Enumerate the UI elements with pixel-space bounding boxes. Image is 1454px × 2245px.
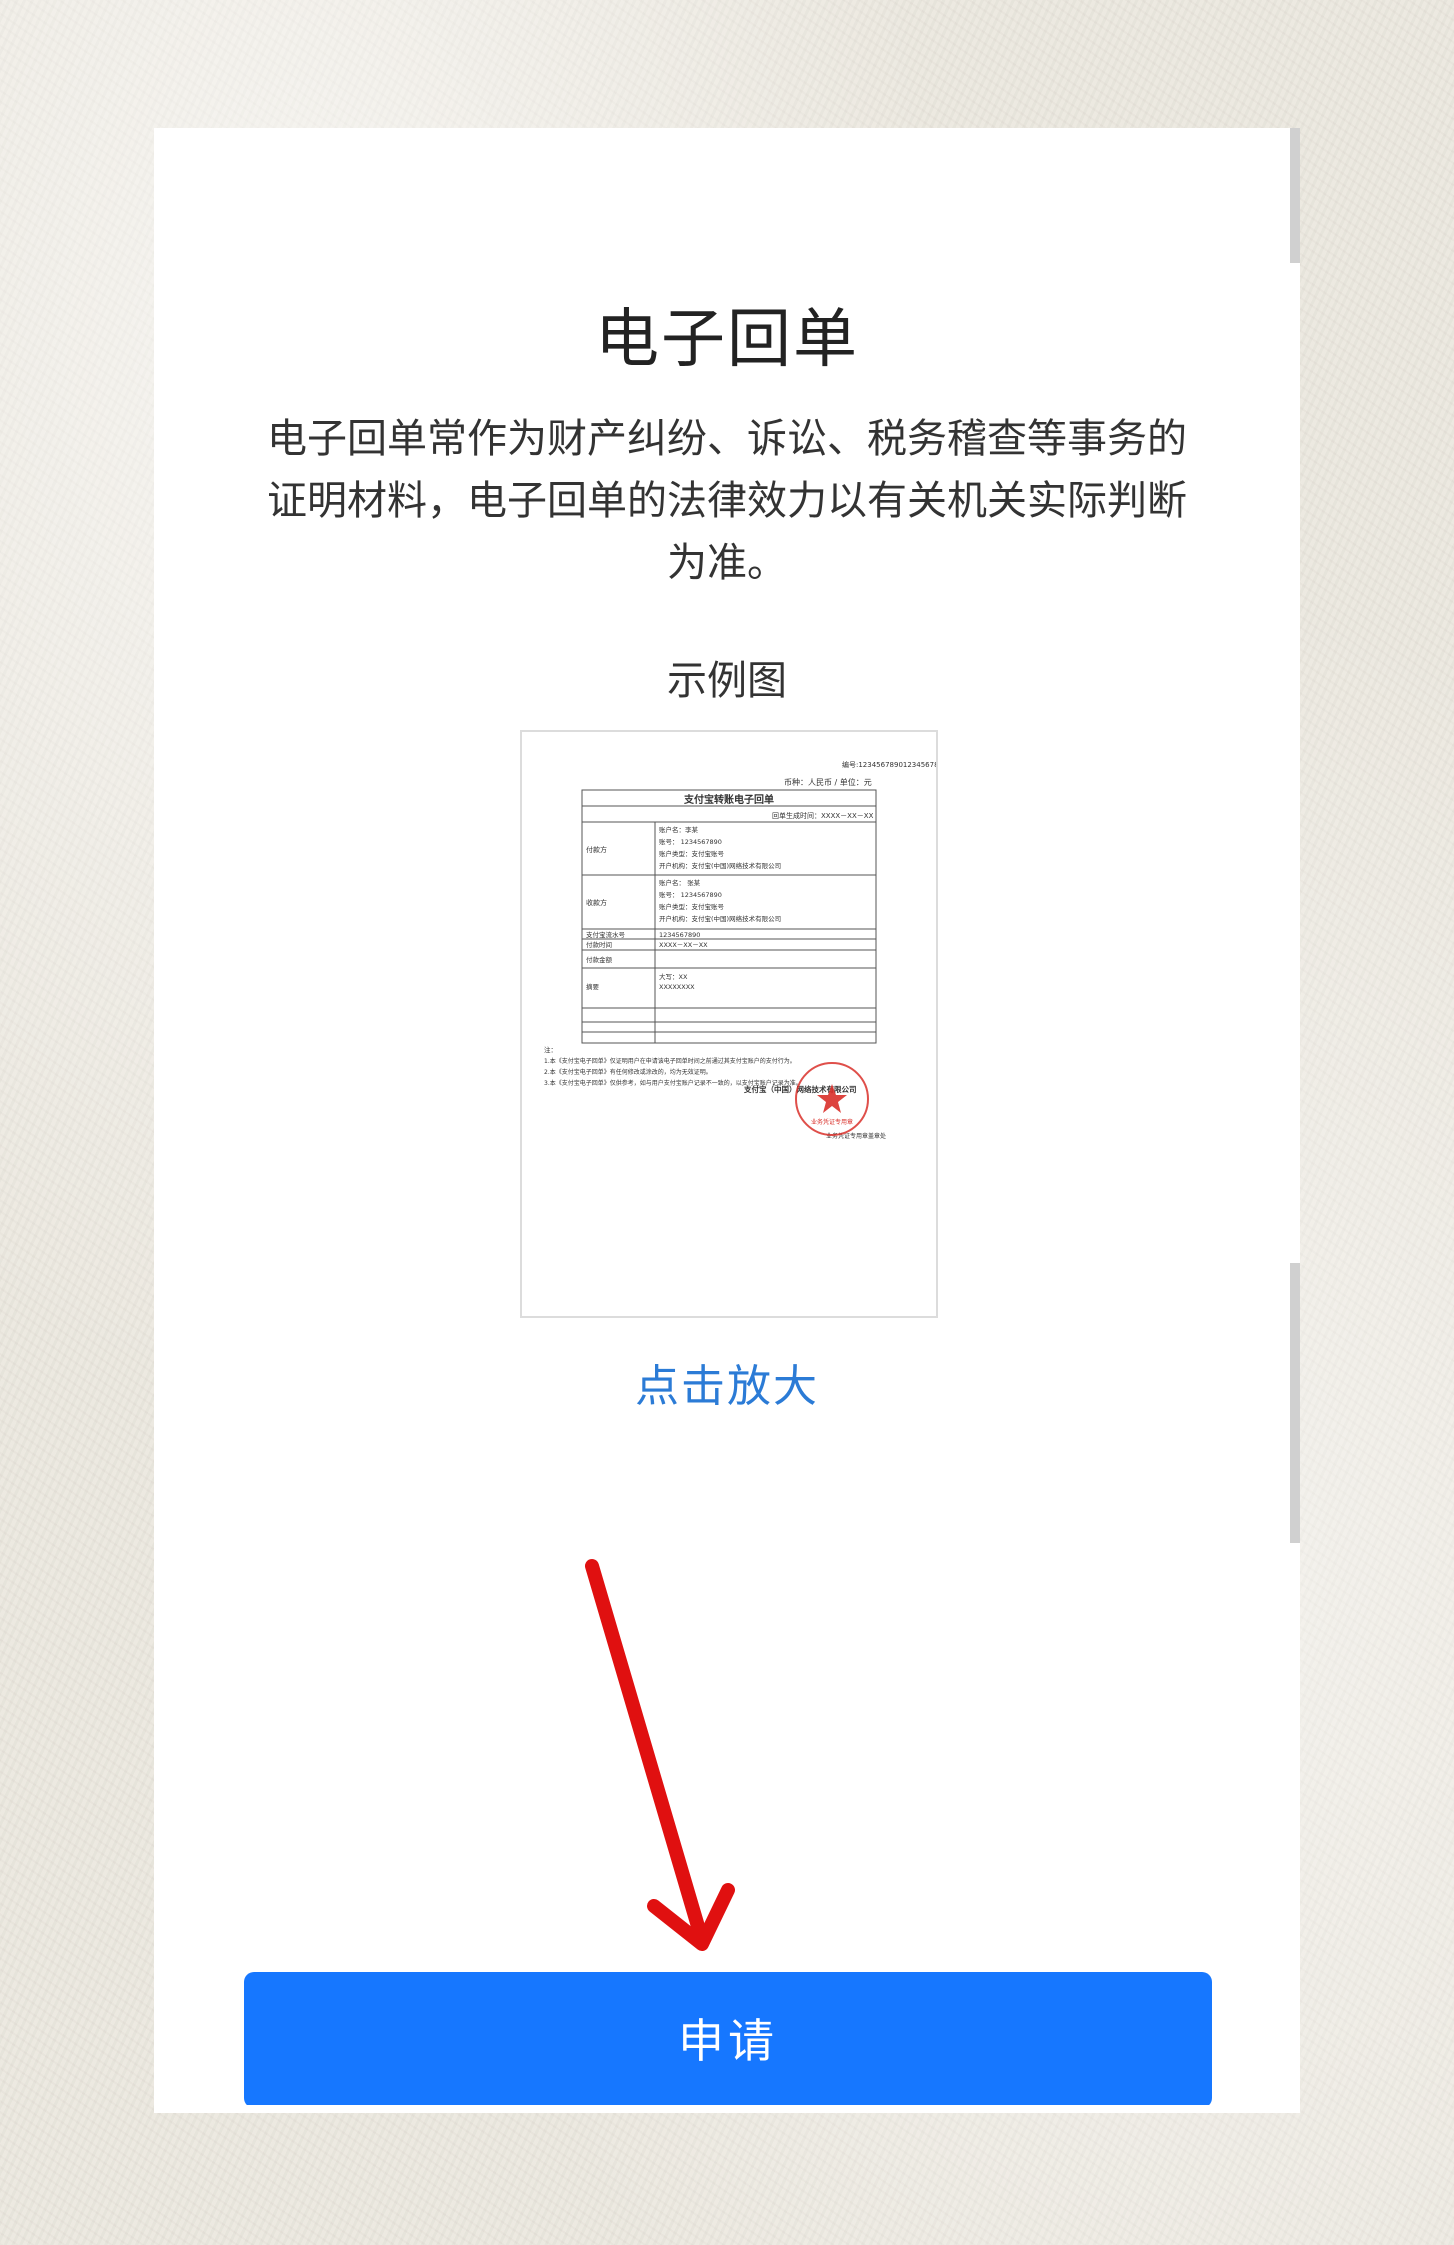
doc-note-2: 2.本《支付宝电子回单》有任何修改或涂改的，均为无效证明。 xyxy=(544,1068,712,1076)
doc-title: 支付宝转账电子回单 xyxy=(683,793,774,806)
doc-serial-no-label: 支付宝流水号 xyxy=(586,930,626,939)
doc-payee-account: 账号： 1234567890 xyxy=(659,890,722,899)
doc-payer-type: 账户类型：支付宝账号 xyxy=(659,849,725,858)
example-receipt-image[interactable]: 编号:123456789012345678 币种：人民币 / 单位：元 支付宝转… xyxy=(520,730,938,1318)
doc-note-1: 1.本《支付宝电子回单》仅证明用户在申请该电子回单时间之前通过其支付宝账户的支付… xyxy=(544,1057,796,1065)
doc-generated-time: 回单生成时间：XXXX－XX－XX xyxy=(772,811,874,820)
doc-amount-value: 大写：XX xyxy=(659,972,688,981)
apply-button[interactable]: 申请 xyxy=(244,1972,1212,2108)
bottom-strip xyxy=(154,2105,1300,2113)
doc-payee-name: 账户名： 张某 xyxy=(659,878,701,887)
receipt-document: 编号:123456789012345678 币种：人民币 / 单位：元 支付宝转… xyxy=(544,760,936,1140)
doc-amount-label: 付款金额 xyxy=(586,955,613,964)
doc-payer-account: 账号： 1234567890 xyxy=(659,837,722,846)
doc-company: 支付宝（中国）网络技术有限公司 xyxy=(743,1084,857,1094)
doc-pay-time-label: 付款时间 xyxy=(586,940,612,949)
doc-serial-no-value: 1234567890 xyxy=(659,931,700,939)
seal-text: 业务凭证专用章 xyxy=(811,1118,853,1126)
doc-payer-name: 账户名：李某 xyxy=(659,825,699,834)
doc-stamp-note: 业务凭证专用章盖章处 xyxy=(826,1132,886,1140)
doc-pay-time-value: XXXX－XX－XX xyxy=(659,941,708,949)
zoom-link[interactable]: 点击放大 xyxy=(154,1350,1300,1414)
doc-payee-label: 收款方 xyxy=(586,898,607,907)
page-title: 电子回单 xyxy=(595,303,859,377)
doc-note-header: 注： xyxy=(544,1045,557,1054)
doc-payee-bank: 开户机构：支付宝(中国)网络技术有限公司 xyxy=(659,914,781,923)
doc-serial: 编号:123456789012345678 xyxy=(842,760,936,769)
doc-payee-type: 账户类型：支付宝账号 xyxy=(659,902,725,911)
doc-memo-label: 摘要 xyxy=(586,982,600,991)
doc-memo-value: XXXXXXXX xyxy=(659,983,695,991)
company-seal: 业务凭证专用章 xyxy=(795,1062,869,1136)
scrollbar-top[interactable] xyxy=(1290,128,1300,263)
example-label: 示例图 xyxy=(667,658,787,704)
doc-payer-label: 付款方 xyxy=(586,845,607,854)
doc-payer-bank: 开户机构：支付宝(中国)网络技术有限公司 xyxy=(659,861,781,870)
app-screen: 电子回单 电子回单常作为财产纠纷、诉讼、税务稽查等事务的证明材料，电子回单的法律… xyxy=(154,128,1300,2113)
doc-currency-unit: 币种：人民币 / 单位：元 xyxy=(784,777,872,787)
page-description: 电子回单常作为财产纠纷、诉讼、税务稽查等事务的证明材料，电子回单的法律效力以有关… xyxy=(267,416,1187,586)
